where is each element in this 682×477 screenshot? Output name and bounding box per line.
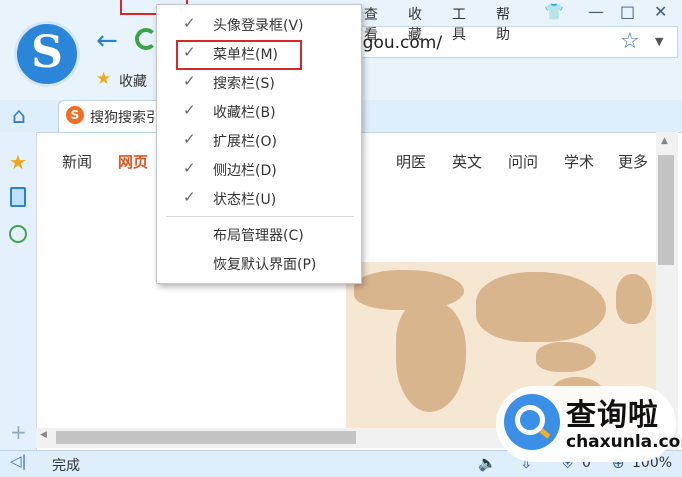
menu-view[interactable]: 查看	[364, 4, 378, 44]
favorites-star-icon: ★	[96, 69, 112, 89]
bookmark-star-icon[interactable]: ☆	[620, 29, 640, 54]
nav-more[interactable]: 更多	[618, 151, 648, 172]
menu-item-searchbar[interactable]: 搜索栏(S)	[213, 73, 275, 93]
skin-icon[interactable]: 👕	[544, 2, 564, 21]
nav-medical[interactable]: 明医	[396, 151, 426, 172]
nav-scholar[interactable]: 学术	[564, 151, 594, 172]
sidebar-add-icon[interactable]: +	[10, 420, 27, 444]
sidebar-favorites-icon[interactable]: ★	[9, 150, 27, 174]
scroll-left-icon[interactable]: ◀	[40, 430, 47, 440]
horizontal-scroll-thumb[interactable]	[56, 431, 356, 444]
check-icon: ✓	[183, 14, 196, 32]
check-icon: ✓	[183, 159, 196, 177]
nav-web[interactable]: 网页	[118, 151, 148, 172]
status-text: 完成	[52, 458, 80, 474]
menu-item-statusbar[interactable]: 状态栏(U)	[213, 189, 276, 209]
back-arrow-icon[interactable]: ←	[96, 26, 118, 56]
sidebar-toggle-icon[interactable]: ◁|	[10, 452, 27, 470]
minimize-icon[interactable]: —	[588, 2, 604, 21]
check-icon: ✓	[183, 130, 196, 148]
menu-item-extensionbar[interactable]: 扩展栏(O)	[213, 131, 277, 151]
sidebar-history-icon[interactable]	[9, 225, 27, 243]
check-icon: ✓	[183, 72, 196, 90]
menu-item-avatar-login[interactable]: 头像登录框(V)	[213, 15, 304, 35]
scroll-up-icon[interactable]: ▲	[661, 136, 668, 146]
watermark-domain: chaxunla.com	[566, 432, 682, 452]
sidebar	[0, 132, 37, 450]
vertical-scroll-thumb[interactable]	[658, 155, 674, 265]
check-icon: ✓	[183, 101, 196, 119]
nav-news[interactable]: 新闻	[62, 151, 92, 172]
refresh-icon[interactable]	[135, 28, 157, 50]
menu-favorites[interactable]: 收藏	[408, 4, 422, 44]
nav-wenwen[interactable]: 问问	[508, 151, 538, 172]
menu-tools[interactable]: 工具	[452, 4, 466, 44]
nav-english[interactable]: 英文	[452, 151, 482, 172]
menubar-item-highlight	[176, 40, 302, 70]
favorites-label[interactable]: 收藏	[119, 71, 147, 91]
chevron-down-icon[interactable]: ▼	[655, 35, 663, 48]
menu-item-restore-default[interactable]: 恢复默认界面(P)	[213, 254, 316, 274]
check-icon: ✓	[183, 188, 196, 206]
browser-logo-icon: S	[31, 27, 63, 78]
menu-divider	[166, 216, 354, 217]
sogou-favicon-icon: S	[66, 106, 84, 124]
maximize-icon[interactable]: □	[620, 2, 635, 21]
watermark-title: 查询啦	[566, 398, 659, 433]
tab-label[interactable]: 搜狗搜索引	[90, 107, 160, 127]
menu-item-layout-manager[interactable]: 布局管理器(C)	[213, 225, 304, 245]
home-icon[interactable]: ⌂	[12, 104, 26, 129]
menu-help[interactable]: 帮助	[496, 4, 510, 44]
menu-item-sidebar[interactable]: 侧边栏(D)	[213, 160, 277, 180]
speaker-icon[interactable]: 🔈	[478, 454, 497, 472]
sidebar-reader-icon[interactable]	[10, 187, 26, 207]
close-icon[interactable]: ✕	[654, 2, 667, 21]
menu-item-favoritesbar[interactable]: 收藏栏(B)	[213, 102, 276, 122]
